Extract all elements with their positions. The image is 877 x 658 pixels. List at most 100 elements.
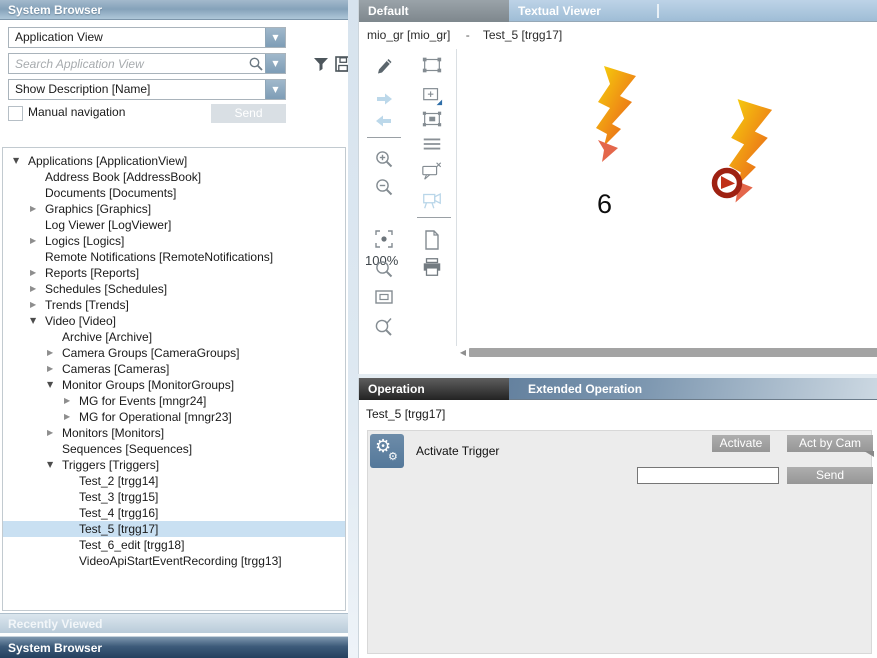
center-view-icon[interactable] — [373, 228, 395, 250]
tree-item[interactable]: ▶MG for Events [mngr24] — [3, 393, 345, 409]
command-group: ⚙ ⚙ Activate Trigger Activate Act by Cam… — [367, 430, 872, 654]
manual-navigation-label: Manual navigation — [28, 105, 125, 119]
tree-item[interactable]: ▶Graphics [Graphics] — [3, 201, 345, 217]
tab-textual-viewer[interactable]: Textual Viewer — [509, 0, 657, 22]
tree-item[interactable]: Documents [Documents] — [3, 185, 345, 201]
tree-item[interactable]: Sequences [Sequences] — [3, 441, 345, 457]
filter-funnel-icon[interactable] — [312, 55, 330, 73]
tree-item[interactable]: Address Book [AddressBook] — [3, 169, 345, 185]
tree-item-label: Log Viewer [LogViewer] — [3, 217, 345, 233]
tree-item[interactable]: Log Viewer [LogViewer] — [3, 217, 345, 233]
tab-extended-operation[interactable]: Extended Operation — [519, 378, 719, 400]
chevron-down-icon[interactable]: ▼ — [265, 80, 285, 99]
zoom-out-icon[interactable] — [373, 176, 395, 198]
collapse-arrow-icon[interactable]: ▼ — [47, 459, 53, 471]
view-selector-value: Application View — [9, 28, 265, 47]
collapse-arrow-icon[interactable]: ▼ — [13, 155, 19, 167]
tree-item-label: VideoApiStartEventRecording [trgg13] — [3, 553, 345, 569]
collapse-arrow-icon[interactable]: ▼ — [47, 379, 53, 391]
expand-arrow-icon[interactable]: ▶ — [30, 299, 36, 311]
selection-frame-icon[interactable] — [421, 54, 443, 76]
expand-arrow-icon[interactable]: ▶ — [64, 411, 70, 423]
tree-item[interactable]: ▶Logics [Logics] — [3, 233, 345, 249]
magnifier-icon[interactable] — [373, 258, 395, 280]
view-selector-dropdown[interactable]: Application View ▼ — [8, 27, 286, 48]
expand-arrow-icon[interactable]: ▶ — [47, 427, 53, 439]
tree-item[interactable]: Test_5 [trgg17] — [3, 521, 345, 537]
tree-item[interactable]: Test_3 [trgg15] — [3, 489, 345, 505]
expand-arrow-icon[interactable]: ▶ — [64, 395, 70, 407]
tree-item[interactable]: Archive [Archive] — [3, 329, 345, 345]
scrollbar-thumb[interactable] — [469, 348, 877, 357]
forward-arrow-icon[interactable] — [373, 88, 395, 110]
scroll-left-icon[interactable]: ◀ — [457, 347, 469, 358]
system-browser-bar[interactable]: System Browser — [0, 636, 348, 658]
zoom-check-icon[interactable] — [373, 316, 395, 338]
page-icon[interactable] — [421, 229, 443, 251]
command-input[interactable] — [637, 467, 779, 484]
send-button[interactable]: Send — [787, 467, 873, 484]
tree-item-label: Triggers [Triggers] — [3, 457, 345, 473]
tree-item[interactable]: Remote Notifications [RemoteNotification… — [3, 249, 345, 265]
recently-viewed-bar[interactable]: Recently Viewed — [0, 613, 348, 633]
tree-item-label: Monitor Groups [MonitorGroups] — [3, 377, 345, 393]
search-input[interactable] — [9, 55, 247, 72]
zoom-in-icon[interactable] — [373, 148, 395, 170]
search-icon[interactable] — [247, 56, 265, 72]
tree-item[interactable]: ▶Monitors [Monitors] — [3, 425, 345, 441]
camera-icon[interactable] — [421, 189, 443, 211]
tab-operation[interactable]: Operation — [359, 378, 509, 400]
tree-item[interactable]: ▼Applications [ApplicationView] — [3, 153, 345, 169]
tree-item-label: MG for Operational [mngr23] — [3, 409, 345, 425]
expand-arrow-icon[interactable]: ▶ — [47, 347, 53, 359]
actual-size-icon[interactable] — [373, 286, 395, 308]
back-arrow-icon[interactable] — [373, 110, 395, 132]
collapse-arrow-icon[interactable]: ▼ — [30, 315, 36, 327]
breadcrumb-graphic-name[interactable]: mio_gr [mio_gr] — [367, 28, 450, 42]
tree-item-label: Applications [ApplicationView] — [3, 153, 345, 169]
layers-list-icon[interactable] — [421, 133, 443, 155]
tree-item[interactable]: ▶Reports [Reports] — [3, 265, 345, 281]
tree-item[interactable]: ▼Video [Video] — [3, 313, 345, 329]
manual-navigation-checkbox[interactable] — [8, 106, 23, 121]
pan-frame-icon[interactable] — [421, 108, 443, 130]
tree-item[interactable]: ▶Camera Groups [CameraGroups] — [3, 345, 345, 361]
tree-item[interactable]: ▶Schedules [Schedules] — [3, 281, 345, 297]
video-management-app: { "left_panel": { "header": "System Brow… — [0, 0, 877, 658]
expand-arrow-icon[interactable]: ▶ — [30, 267, 36, 279]
tab-default[interactable]: Default — [359, 0, 509, 22]
tree-item[interactable]: Test_2 [trgg14] — [3, 473, 345, 489]
search-field[interactable]: ▼ — [8, 53, 286, 74]
expand-arrow-icon[interactable]: ▶ — [30, 283, 36, 295]
tree-item[interactable]: ▶MG for Operational [mngr23] — [3, 409, 345, 425]
tree-item-label: Video [Video] — [3, 313, 345, 329]
act-by-cam-button[interactable]: Act by Cam — [787, 435, 873, 452]
edit-pen-icon[interactable] — [373, 54, 395, 76]
tree-item[interactable]: ▼Triggers [Triggers] — [3, 457, 345, 473]
remove-callout-icon[interactable] — [421, 160, 443, 182]
chevron-down-icon[interactable]: ▼ — [265, 54, 285, 73]
zoom-to-area-icon[interactable] — [421, 85, 443, 107]
panel-splitter[interactable] — [348, 0, 358, 658]
activate-button[interactable]: Activate — [712, 435, 770, 452]
tree-item[interactable]: VideoApiStartEventRecording [trgg13] — [3, 553, 345, 569]
selected-object-label: Test_5 [trgg17] — [359, 400, 877, 428]
graphics-canvas[interactable]: 6 — [457, 49, 877, 346]
navigation-send-button[interactable]: Send — [211, 104, 286, 123]
expand-arrow-icon[interactable]: ▶ — [30, 235, 36, 247]
tree-item[interactable]: ▶Trends [Trends] — [3, 297, 345, 313]
print-icon[interactable] — [421, 256, 443, 278]
expand-arrow-icon[interactable]: ▶ — [30, 203, 36, 215]
expand-arrow-icon[interactable]: ▶ — [47, 363, 53, 375]
breadcrumb-object-name[interactable]: Test_5 [trgg17] — [483, 28, 562, 42]
trigger-count-label: 6 — [597, 189, 612, 220]
tree-item[interactable]: Test_4 [trgg16] — [3, 505, 345, 521]
tree-item[interactable]: ▼Monitor Groups [MonitorGroups] — [3, 377, 345, 393]
description-mode-dropdown[interactable]: Show Description [Name] ▼ — [8, 79, 286, 100]
command-name-label: Activate Trigger — [416, 444, 499, 458]
tree-item[interactable]: Test_6_edit [trgg18] — [3, 537, 345, 553]
activation-badge-icon — [710, 166, 744, 200]
tree-item-label: Documents [Documents] — [3, 185, 345, 201]
tree-item[interactable]: ▶Cameras [Cameras] — [3, 361, 345, 377]
chevron-down-icon[interactable]: ▼ — [265, 28, 285, 47]
